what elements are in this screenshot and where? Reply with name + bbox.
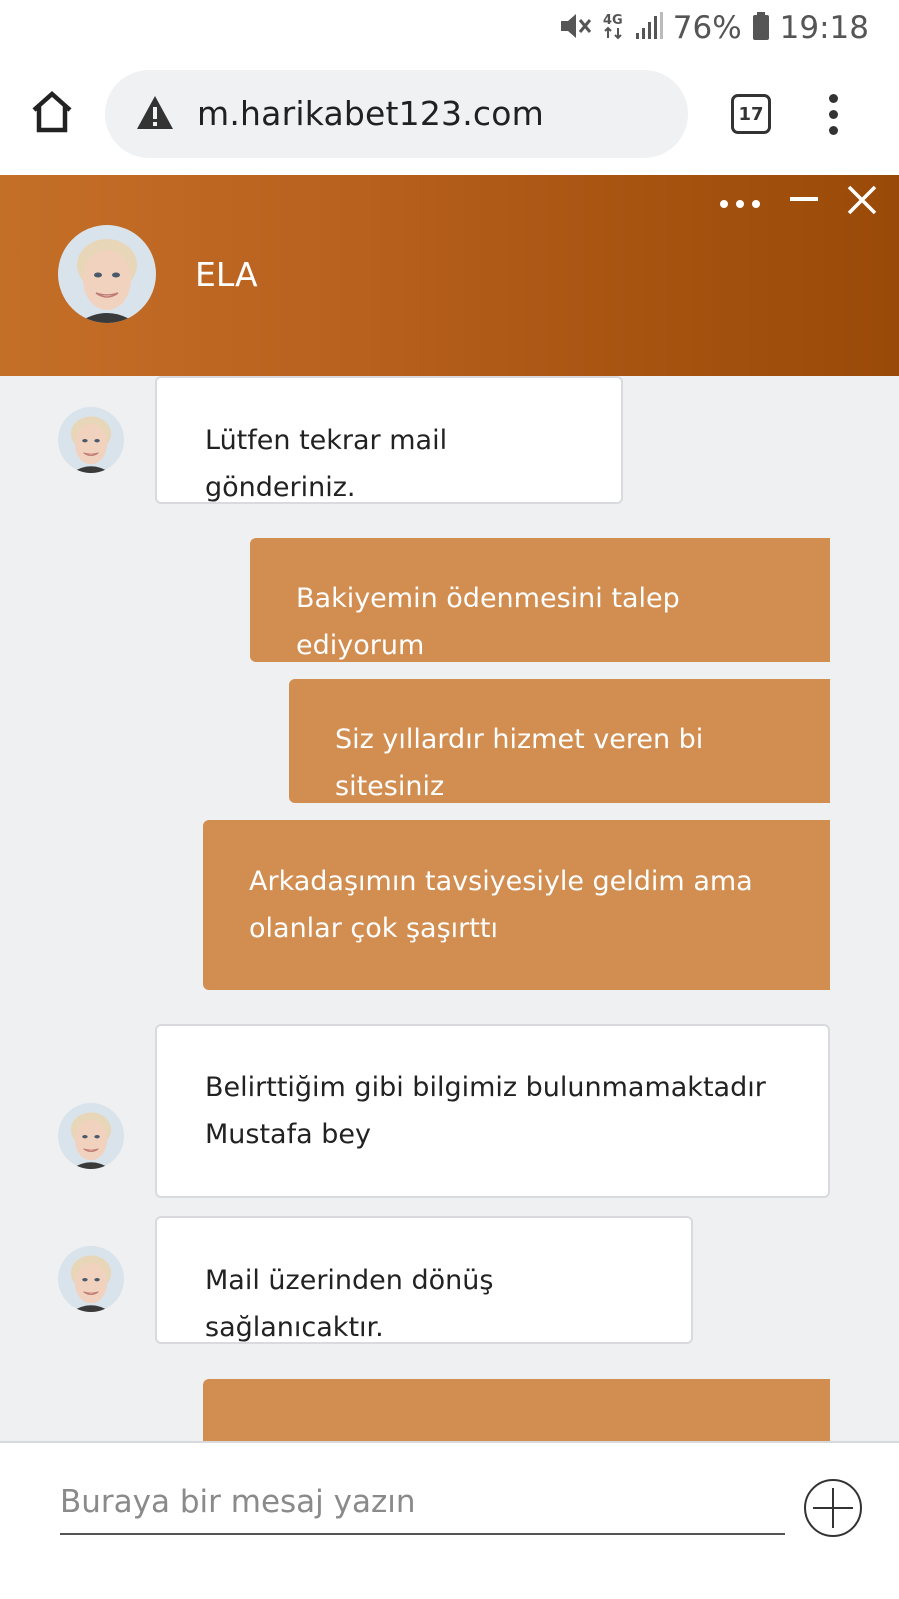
chat-header: ELA (0, 175, 899, 376)
agent-message: Mail üzerinden dönüş sağlanıcaktır. (155, 1216, 693, 1344)
browser-toolbar: m.harikabet123.com 17 (0, 58, 899, 176)
message-input[interactable] (60, 1471, 785, 1535)
avatar (58, 407, 124, 473)
message-text-line: Belirttiğim gibi bilgimiz bulunmamaktadı… (205, 1072, 766, 1103)
user-message (203, 1379, 830, 1441)
user-message: Arkadaşımın tavsiyesiyle geldim ama olan… (203, 820, 830, 990)
message-text: Mail üzerinden dönüş sağlanıcaktır. (205, 1265, 494, 1343)
svg-text:4G: 4G (603, 13, 623, 28)
message-text: Siz yıllardır hizmet veren bi sitesiniz (335, 724, 704, 802)
close-icon[interactable] (845, 183, 879, 217)
agent-name: ELA (195, 255, 258, 294)
clock: 19:18 (779, 10, 869, 46)
composer (0, 1441, 899, 1599)
home-icon[interactable] (28, 88, 76, 140)
avatar (58, 225, 156, 323)
battery-icon (752, 11, 770, 46)
more-options-icon[interactable] (720, 197, 762, 211)
menu-icon[interactable] (818, 92, 848, 138)
status-bar: 4G 76% 19:18 (0, 0, 899, 58)
agent-message: Lütfen tekrar mail gönderiniz. (155, 376, 623, 504)
status-icons: 4G 76% 19:18 (559, 8, 869, 48)
user-message: Bakiyemin ödenmesini talep ediyorum (250, 538, 830, 662)
tabs-icon[interactable]: 17 (731, 94, 771, 134)
avatar (58, 1103, 124, 1169)
battery-percent: 76% (672, 10, 742, 46)
warning-icon[interactable] (135, 94, 175, 132)
network-4g-icon: 4G (603, 11, 625, 46)
message-list[interactable]: Lütfen tekrar mail gönderiniz. Bakiyemin… (0, 376, 899, 1441)
avatar (58, 1246, 124, 1312)
user-message: Siz yıllardır hizmet veren bi sitesiniz (289, 679, 830, 803)
signal-icon (635, 11, 663, 46)
message-text: Bakiyemin ödenmesini talep ediyorum (296, 583, 680, 661)
message-text-line: Mustafa bey (205, 1119, 371, 1150)
message-text-line: olanlar çok şaşırttı (249, 913, 498, 944)
minimize-icon[interactable] (790, 192, 820, 204)
message-text: Lütfen tekrar mail gönderiniz. (205, 425, 448, 503)
url-text[interactable]: m.harikabet123.com (197, 94, 544, 133)
message-text-line: Arkadaşımın tavsiyesiyle geldim ama (249, 866, 753, 897)
mute-icon (559, 11, 593, 46)
add-attachment-icon[interactable] (803, 1478, 863, 1538)
address-bar[interactable]: m.harikabet123.com (105, 70, 688, 158)
agent-message: Belirttiğim gibi bilgimiz bulunmamaktadı… (155, 1024, 830, 1198)
